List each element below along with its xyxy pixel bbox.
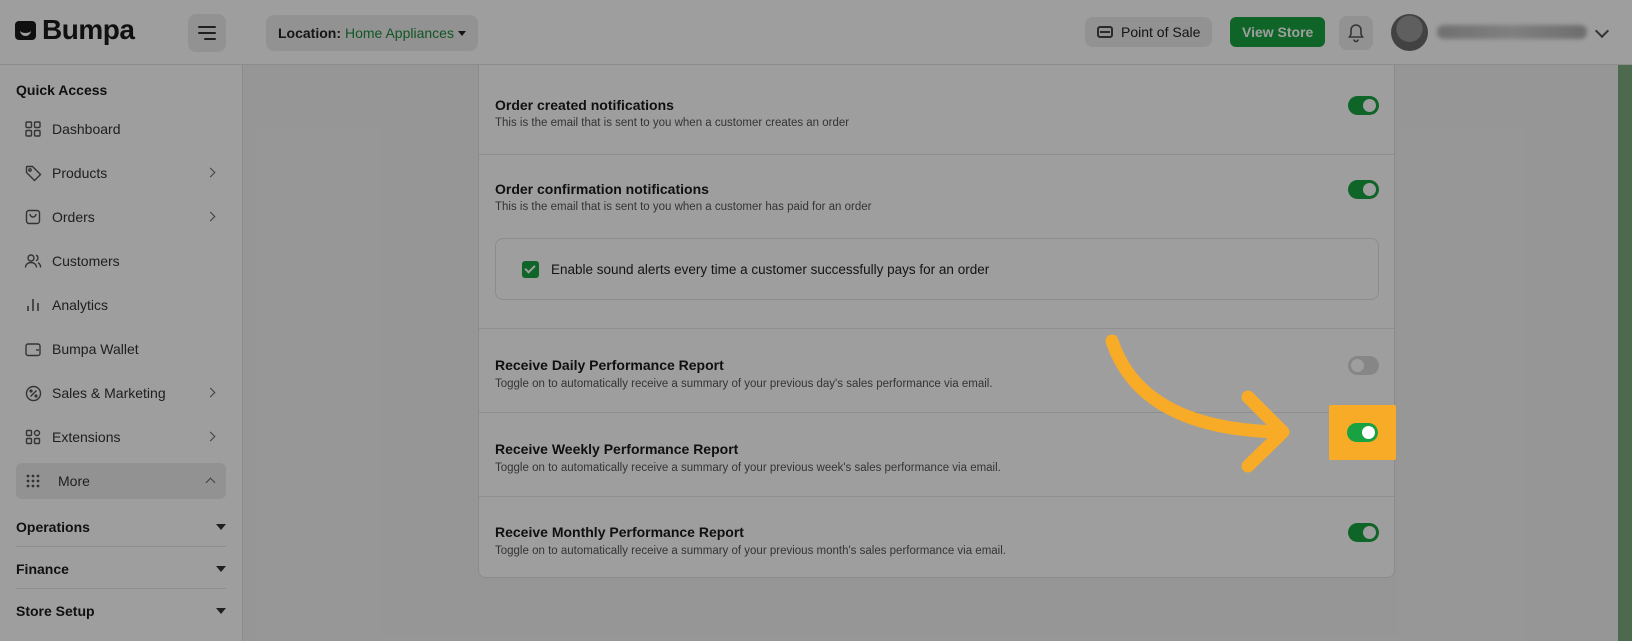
hamburger-icon — [198, 26, 216, 28]
setting-description: Toggle on to automatically receive a sum… — [495, 462, 1001, 474]
percent-icon — [24, 384, 42, 402]
chevron-down-icon[interactable] — [1594, 23, 1610, 39]
sidebar-item-label: Sales & Marketing — [52, 385, 166, 401]
tag-icon — [24, 164, 42, 182]
weekly-report-toggle[interactable] — [1347, 423, 1378, 442]
location-label: Location: — [278, 25, 341, 41]
setting-title: Receive Weekly Performance Report — [495, 441, 739, 457]
setting-row-monthly-report: Receive Monthly Performance Report Toggl… — [479, 497, 1394, 577]
dots-grid-icon — [24, 472, 42, 490]
wallet-icon — [24, 340, 42, 358]
notification-settings-card: Order created notifications This is the … — [478, 65, 1395, 578]
point-of-sale-label: Point of Sale — [1121, 24, 1201, 40]
sidebar-item-products[interactable]: Products — [16, 155, 226, 191]
setting-description: Toggle on to automatically receive a sum… — [495, 378, 993, 390]
sidebar-item-label: Products — [52, 165, 108, 181]
setting-row-weekly-report: Receive Weekly Performance Report Toggle… — [479, 413, 1394, 497]
sidebar-group-finance[interactable]: Finance — [16, 559, 226, 579]
profile-name-blurred[interactable] — [1437, 25, 1587, 39]
grid-icon — [24, 120, 42, 138]
setting-row-order-created: Order created notifications This is the … — [479, 71, 1394, 155]
chevron-right-icon — [205, 431, 216, 442]
bar-chart-icon — [24, 296, 42, 314]
highlight-frame — [1329, 405, 1396, 460]
brand-name: Bumpa — [42, 14, 135, 45]
scroll-edge — [1618, 65, 1632, 641]
point-of-sale-button[interactable]: Point of Sale — [1085, 17, 1213, 47]
daily-report-toggle[interactable] — [1348, 356, 1379, 375]
group-label: Operations — [16, 519, 90, 535]
monthly-report-toggle[interactable] — [1348, 523, 1379, 542]
chevron-right-icon — [205, 387, 216, 398]
group-label: Finance — [16, 561, 69, 577]
sidebar-item-extensions[interactable]: Extensions — [16, 419, 226, 455]
order-created-toggle[interactable] — [1348, 96, 1379, 115]
sidebar-item-label: Customers — [52, 253, 120, 269]
sidebar-item-label: Analytics — [52, 297, 109, 313]
chevron-right-icon — [205, 211, 216, 222]
users-icon — [24, 252, 42, 270]
setting-description: Toggle on to automatically receive a sum… — [495, 545, 1006, 557]
bumpa-logo[interactable]: Bumpa — [15, 14, 135, 46]
sidebar-toggle-button[interactable] — [188, 14, 226, 52]
setting-title: Receive Monthly Performance Report — [495, 524, 744, 540]
user-avatar[interactable] — [1391, 14, 1428, 51]
puzzle-icon — [24, 428, 42, 446]
setting-row-order-confirmation: Order confirmation notifications This is… — [479, 155, 1394, 329]
setting-title: Order created notifications — [495, 97, 674, 113]
sidebar-item-customers[interactable]: Customers — [16, 243, 226, 279]
caret-down-icon — [216, 608, 226, 614]
sidebar-item-sales-marketing[interactable]: Sales & Marketing — [16, 375, 226, 411]
group-label: Store Setup — [16, 603, 95, 619]
sound-alert-checkbox[interactable] — [522, 260, 539, 278]
pos-terminal-icon — [1097, 26, 1113, 38]
location-value: Home Appliances — [345, 25, 454, 41]
location-selector[interactable]: Location: Home Appliances — [266, 15, 478, 51]
bell-icon — [1348, 24, 1364, 43]
setting-title: Receive Daily Performance Report — [495, 357, 724, 373]
setting-description: This is the email that is sent to you wh… — [495, 201, 872, 213]
setting-title: Order confirmation notifications — [495, 181, 709, 197]
notifications-button[interactable] — [1339, 16, 1373, 50]
sidebar-group-operations[interactable]: Operations — [16, 517, 226, 537]
order-confirmation-toggle[interactable] — [1348, 180, 1379, 199]
sidebar-item-label: More — [58, 473, 90, 489]
bumpa-logo-icon — [15, 20, 36, 40]
view-store-button[interactable]: View Store — [1230, 17, 1326, 47]
caret-down-icon — [216, 566, 226, 572]
top-bar: Bumpa Location: Home Appliances Point of… — [0, 0, 1632, 65]
sound-alert-label: Enable sound alerts every time a custome… — [551, 261, 990, 277]
sidebar-item-more[interactable]: More — [16, 463, 226, 499]
sidebar-item-label: Bumpa Wallet — [52, 341, 139, 357]
setting-row-daily-report: Receive Daily Performance Report Toggle … — [479, 329, 1394, 413]
divider — [16, 546, 226, 547]
divider — [16, 588, 226, 589]
sidebar-item-label: Dashboard — [52, 121, 121, 137]
chevron-right-icon — [205, 167, 216, 178]
caret-down-icon — [216, 524, 226, 530]
sidebar-item-bumpa-wallet[interactable]: Bumpa Wallet — [16, 331, 226, 367]
caret-down-icon — [457, 30, 466, 36]
sidebar-item-dashboard[interactable]: Dashboard — [16, 111, 226, 147]
quick-access-title: Quick Access — [16, 82, 108, 98]
bag-icon — [24, 208, 42, 226]
setting-description: This is the email that is sent to you wh… — [495, 117, 850, 129]
chevron-up-icon — [205, 477, 216, 488]
sidebar-group-store-setup[interactable]: Store Setup — [16, 601, 226, 621]
sound-alert-box: Enable sound alerts every time a custome… — [495, 238, 1379, 300]
sidebar-item-analytics[interactable]: Analytics — [16, 287, 226, 323]
sidebar-item-label: Extensions — [52, 429, 121, 445]
sidebar-item-label: Orders — [52, 209, 95, 225]
sidebar-item-orders[interactable]: Orders — [16, 199, 226, 235]
sidebar: Quick Access Dashboard Products Orders C… — [0, 65, 243, 641]
